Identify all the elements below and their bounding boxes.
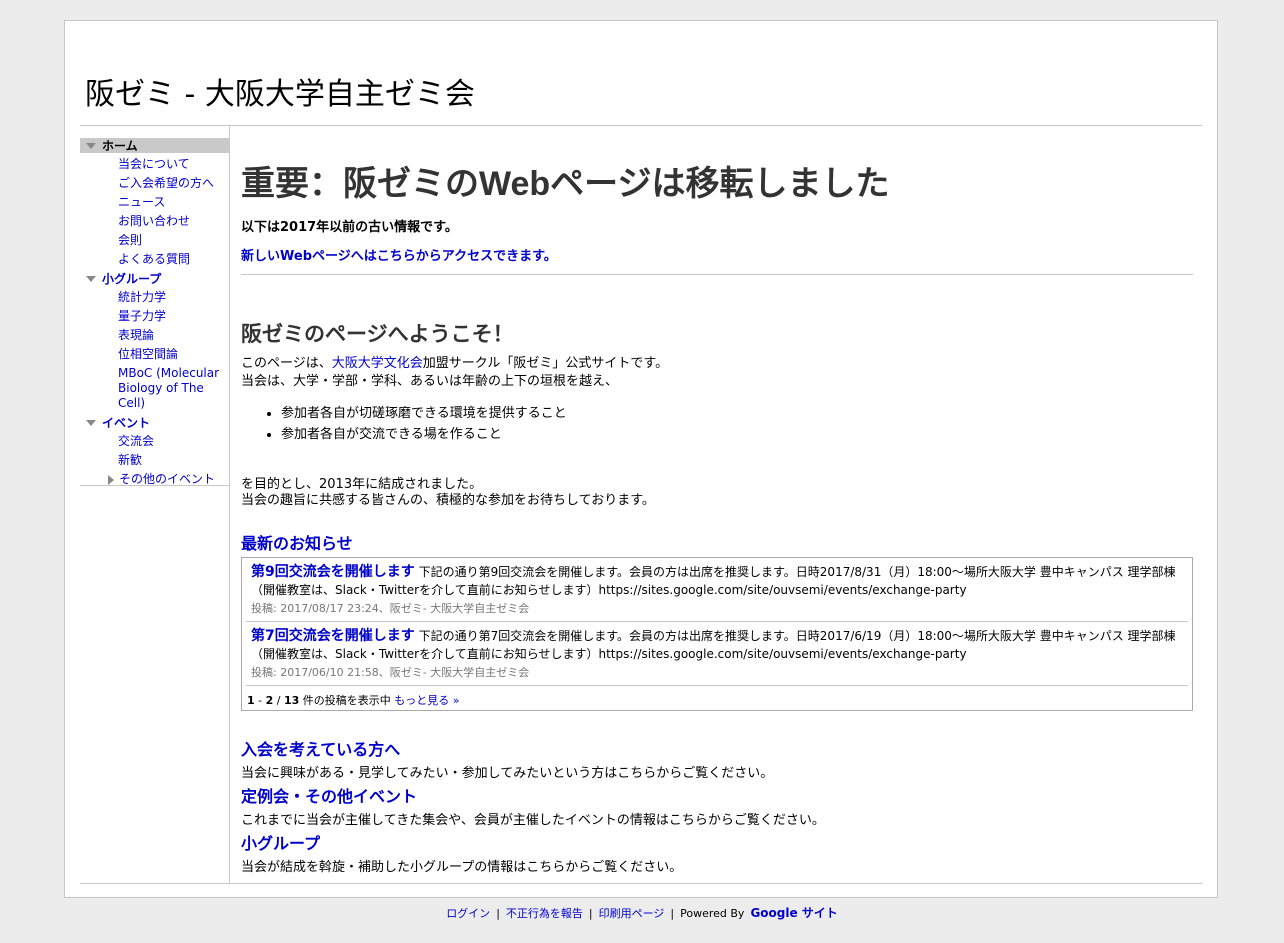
sidebar: ホーム 当会について ご入会希望の方へ ニュース お問い合わせ 会則 よくある質… [80, 126, 230, 883]
sidebar-group-label[interactable]: 小グループ [102, 270, 161, 287]
small-groups-section-text: 当会が結成を斡旋・補助した小グループの情報はこちらからご覧ください。 [241, 860, 683, 875]
page-wrapper: 阪ゼミ - 大阪大学自主ゼミ会 ホーム 当会について ご入会希望の方へ ニュース… [64, 20, 1218, 898]
collapse-triangle-icon[interactable] [86, 275, 96, 282]
sidebar-item-quantum-mechanics[interactable]: 量子力学 [80, 309, 229, 324]
sidebar-item-exchange-party[interactable]: 交流会 [80, 434, 229, 449]
intro-line-2: 当会は、大学・学部・学科、あるいは年齢の上下の垣根を越え、 [241, 374, 619, 389]
sidebar-divider [80, 485, 230, 486]
bunkakai-link[interactable]: 大阪大学文化会 [332, 356, 423, 371]
range-suffix: 件の投稿を表示中 [299, 694, 395, 707]
sidebar-item-about[interactable]: 当会について [80, 157, 229, 172]
print-page-link[interactable]: 印刷用ページ [599, 907, 665, 920]
list-item: 参加者各自が交流できる場を作ること [281, 424, 567, 445]
list-item: 参加者各自が切磋琢磨できる環境を提供すること [281, 403, 567, 424]
join-section-text: 当会に興味がある・見学してみたい・参加してみたいという方はこちらからご覧ください… [241, 766, 774, 781]
range-start: 1 [247, 694, 255, 707]
sidebar-item-representation-theory[interactable]: 表現論 [80, 328, 229, 343]
sidebar-item-contact[interactable]: お問い合わせ [80, 214, 229, 229]
news-meta: 投稿: 2017/08/17 23:24、阪ゼミ- 大阪大学自主ゼミ会 [251, 602, 530, 615]
login-link[interactable]: ログイン [446, 907, 490, 920]
google-sites-link[interactable]: Google サイト [750, 906, 837, 920]
collapse-triangle-icon[interactable] [86, 142, 96, 149]
range-end: 2 [265, 694, 274, 707]
news-headline-link[interactable]: 第9回交流会を開催します [251, 564, 415, 580]
sidebar-group-small-groups[interactable]: 小グループ [80, 271, 229, 286]
expand-triangle-icon[interactable] [108, 474, 114, 485]
separator: | [670, 907, 675, 920]
outro-line-1: を目的とし、2013年に結成されました。 [241, 477, 483, 492]
outro-text: を目的とし、2013年に結成されました。 当会の趣旨に共感する皆さんの、積極的な… [241, 477, 655, 509]
join-section-heading[interactable]: 入会を考えている方へ [241, 736, 400, 760]
news-heading[interactable]: 最新のお知らせ [241, 530, 353, 554]
intro-text: このページは、大阪大学文化会加盟サークル「阪ゼミ」公式サイトです。 当会は、大学… [241, 355, 668, 391]
separator: | [496, 907, 500, 920]
sidebar-item-rules[interactable]: 会則 [80, 233, 229, 248]
sidebar-item-news[interactable]: ニュース [80, 195, 229, 210]
header-divider [80, 125, 1202, 126]
sidebar-group-label[interactable]: ホーム [102, 137, 138, 154]
events-section-text: これまでに当会が主催してきた集会や、会員が主催したイベントの情報はこちらからご覧… [241, 813, 825, 828]
goals-list: 参加者各自が切磋琢磨できる環境を提供すること 参加者各自が交流できる場を作ること [281, 403, 567, 445]
events-section-heading[interactable]: 定例会・その他イベント [241, 783, 417, 807]
sidebar-item-join[interactable]: ご入会希望の方へ [80, 176, 229, 191]
sidebar-item-welcome-party[interactable]: 新歓 [80, 453, 229, 468]
collapse-triangle-icon[interactable] [86, 419, 96, 426]
news-meta: 投稿: 2017/06/10 21:58、阪ゼミ- 大阪大学自主ゼミ会 [251, 666, 530, 679]
footer-divider [80, 883, 1202, 884]
new-site-link[interactable]: 新しいWebページへはこちらからアクセスできます。 [241, 245, 557, 264]
sidebar-item-faq[interactable]: よくある質問 [80, 252, 229, 267]
sidebar-item-mboc[interactable]: MBoC (Molecular Biology of The Cell) [80, 366, 229, 411]
sidebar-item-topology[interactable]: 位相空間論 [80, 347, 229, 362]
outro-line-2: 当会の趣旨に共感する皆さんの、積極的な参加をお待ちしております。 [241, 493, 655, 508]
total-count: 13 [283, 694, 300, 707]
intro-suffix: 加盟サークル「阪ゼミ」公式サイトです。 [422, 356, 669, 371]
page-title: 重要：阪ゼミのWebページは移転しました [241, 165, 890, 203]
powered-by-text: Powered By [680, 907, 745, 920]
news-entry: 第9回交流会を開催します 下記の通り第9回交流会を開催します。会員の方は出席を推… [251, 563, 1188, 618]
site-title[interactable]: 阪ゼミ - 大阪大学自主ゼミ会 [85, 69, 475, 113]
separator: | [588, 907, 593, 920]
intro-prefix: このページは、 [241, 356, 332, 371]
sidebar-item-statistical-mechanics[interactable]: 統計力学 [80, 290, 229, 305]
report-abuse-link[interactable]: 不正行為を報告 [506, 907, 583, 920]
sidebar-group-label[interactable]: イベント [102, 414, 150, 431]
news-headline-link[interactable]: 第7回交流会を開催します [251, 628, 415, 644]
content-divider [241, 274, 1193, 275]
old-info-notice: 以下は2017年以前の古い情報です。 [241, 220, 458, 235]
sidebar-group-home[interactable]: ホーム [80, 138, 229, 153]
news-divider [246, 685, 1188, 686]
news-divider [246, 621, 1188, 622]
more-link[interactable]: もっと見る » [394, 694, 459, 707]
news-box: 第9回交流会を開催します 下記の通り第9回交流会を開催します。会員の方は出席を推… [241, 557, 1193, 711]
welcome-heading: 阪ゼミのページへようこそ！ [241, 322, 514, 346]
page-footer: ログイン | 不正行為を報告 | 印刷用ページ | Powered By Google サイト [0, 904, 1284, 921]
news-pagination: 1 - 2 / 13 件の投稿を表示中 もっと見る » [247, 694, 460, 707]
sidebar-group-events[interactable]: イベント [80, 415, 229, 430]
news-entry: 第7回交流会を開催します 下記の通り第7回交流会を開催します。会員の方は出席を推… [251, 627, 1188, 682]
small-groups-section-heading[interactable]: 小グループ [241, 830, 320, 854]
